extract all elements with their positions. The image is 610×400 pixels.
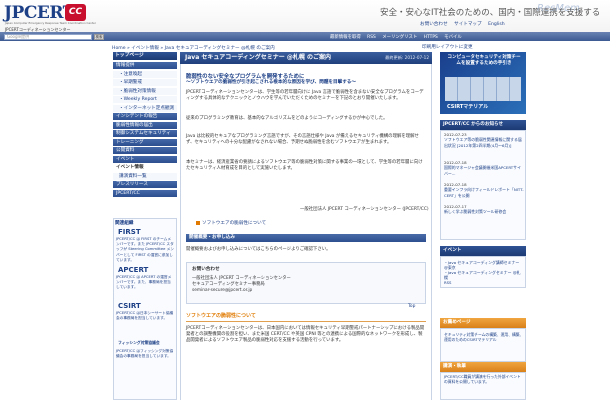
lectures-text[interactable]: JPCERT/CC職員が講演を行った外部イベントの資料を公開しています。 <box>444 374 524 384</box>
lectures-box-title: 講演・執筆 <box>440 362 526 372</box>
news-title: 重要インフラ向けフィールドレポート「NITT-CERT」を公開 <box>444 187 524 198</box>
toolbar-link-https[interactable]: HTTPS <box>424 35 438 40</box>
about-vulnerability-paragraph: JPCERTコーディネーションセンターは、日本国内においては情報セキュリティ早期… <box>186 326 425 344</box>
toolbar-link-mobile[interactable]: モバイル <box>444 35 462 40</box>
section-header-apply: 開催概要・お申し込み <box>186 234 426 242</box>
toolbar-links: 最新情報を取得 RSS メーリングリスト HTTPS モバイル <box>330 34 467 40</box>
intro-paragraph: Java は比較的セキュアなプログラミング言語ですが、その言語仕様や Java … <box>186 134 419 146</box>
toolbar-link-rss[interactable]: RSS <box>367 35 376 40</box>
sidebar-item[interactable]: ・早期警戒 <box>113 79 177 87</box>
news-item[interactable]: 2012-07-17 新しく学ぶ脆弱性対策ツール研修会 <box>444 204 524 215</box>
sidebar-item[interactable]: 公開資料 <box>113 147 177 155</box>
news-title: 国際的マネージャ会議開催米国APCERTサイバー... <box>444 165 521 176</box>
toolbar-link-mailinglist[interactable]: メーリングリスト <box>382 35 417 40</box>
sidebar-item[interactable]: JPCERT/CC <box>113 189 177 198</box>
related-org-description: JPCERT/CC は APCERT の運営メンバーです。また、事務局を担当して… <box>116 275 172 290</box>
vulnerability-link-label: ソフトウエアの脆弱性について <box>202 221 267 226</box>
sidebar-item[interactable]: ・注意喚起 <box>113 70 177 79</box>
news-item[interactable]: 2012-07-18 重要インフラ向けフィールドレポート「NITT-CERT」を公… <box>444 182 524 198</box>
sidebar-item[interactable]: インシデントの報告 <box>113 113 177 121</box>
sidebar-item[interactable]: ・インターネット定点観測 <box>113 104 177 113</box>
related-orgs-title: 関連組織 <box>115 221 134 226</box>
inquiry-org: 一般社団法人 JPCERT コーディネーションセンター <box>192 276 291 281</box>
header-link-sitemap[interactable]: サイトマップ <box>454 22 482 27</box>
related-org-logo[interactable]: APCERT <box>118 266 148 274</box>
news-box-title: JPCERT/CC からのお知らせ <box>440 120 526 130</box>
lead-subheading: ～ソフトウエアの脆弱性が引き起こされる根本的な原因を学び、問題を目撃する～ <box>186 80 356 85</box>
event-item[interactable]: ・Java セキュアコーディング講師セミナー @東京 <box>444 260 524 271</box>
intro-paragraph: 従来のプログラミング教育は、基本的なアルゴリズムをどのようにコーディングするかが… <box>186 116 388 121</box>
about-vulnerability-heading: ソフトウエアの脆弱性について <box>186 312 426 322</box>
related-org-description: JPCERT/CC はフィッシング対策協議会の事務局を担当しています。 <box>116 349 174 359</box>
main-content <box>180 64 432 400</box>
inquiry-title: お問い合わせ <box>192 267 220 272</box>
header-links: お問い合わせ サイトマップ English <box>420 21 510 27</box>
logo-cc-badge: CC <box>65 4 86 21</box>
sidebar-item[interactable]: ・Weekly Report <box>113 96 177 104</box>
sidebar-item[interactable]: イベント情報 <box>113 164 177 172</box>
event-item[interactable]: ・Java セキュアコーディングセミナー @札幌 <box>444 270 524 281</box>
sidebar-item[interactable]: トレーニング <box>113 138 177 147</box>
related-org-logo[interactable]: FIRST <box>118 228 141 236</box>
search-input[interactable]: Google提供 <box>4 34 92 40</box>
related-org-description: JPCERT/CC は日本シーサート協議会の事務局を担当しています。 <box>116 311 174 321</box>
inquiry-details: 一般社団法人 JPCERT コーディネーションセンター セキュアコーディングセミ… <box>192 276 291 293</box>
intro-paragraph: JPCERTコーディネーションセンターは、学生等の若年層向けに Java 言語で… <box>186 90 424 102</box>
news-title: ソフトウエア等の脆弱性関連情報に関する届出状況 [2012年第2四半期(4月〜6… <box>444 137 522 148</box>
logo-subtitle: Japan Computer Emergency Response Team C… <box>5 21 96 25</box>
sidebar-item-top[interactable]: トップページ <box>113 52 177 60</box>
recommended-text[interactable]: セキュリティ対策チームの構築、運用、構築、運用のためのCSIRTマテリアル <box>444 332 524 342</box>
news-title: 新しく学ぶ脆弱性対策ツール研修会 <box>444 209 507 215</box>
breadcrumb[interactable]: Home » イベント情報 » Java セキュアコーディングセミナー @札幌 … <box>112 45 275 51</box>
sidebar-item[interactable]: 講演資料一覧 <box>113 172 177 181</box>
watermark: ResMem <box>537 3 580 14</box>
related-org-logo[interactable]: フィッシング対策協議会 <box>118 340 160 346</box>
sidebar-item[interactable]: イベント <box>113 155 177 164</box>
sidebar-item[interactable]: プレスリリース <box>113 181 177 189</box>
banner-caption: CSIRTマテリアル <box>447 104 489 110</box>
vulnerability-link[interactable]: ソフトウエアの脆弱性について <box>196 220 266 226</box>
related-org-logo[interactable]: CSIRT <box>118 302 141 310</box>
inquiry-email[interactable]: seminar-secure@jpcert.or.jp <box>192 288 291 294</box>
bullet-icon <box>196 220 200 225</box>
related-org-description: JPCERT/CC は FIRST のチームメンバーです。また JPCERT/C… <box>116 237 174 262</box>
news-item[interactable]: 2012-07-18 国際的マネージャ会議開催米国APCERTサイバー... <box>444 160 524 176</box>
back-to-top-link[interactable]: Top <box>408 304 415 309</box>
header-link-contact[interactable]: お問い合わせ <box>420 22 448 27</box>
events-box-title: イベント <box>440 246 526 256</box>
sidebar-item[interactable]: 制御システムセキュリティ <box>113 130 177 138</box>
search-button[interactable]: 検索 <box>94 34 104 40</box>
banner-text: コンピュータセキュリティ対策チームを設置するための手引き <box>447 55 521 66</box>
apply-text[interactable]: 開催概要およびお申し込みについてはこちらのページよりご確認下さい。 <box>186 246 426 252</box>
intro-paragraph: 本セミナーは、経済産業省の要請によるソフトウエア等の脆弱性対策に関する事業の一環… <box>186 160 423 172</box>
recommended-box-title: お薦めページ <box>440 318 526 328</box>
sidebar-item[interactable]: ・脆弱性対策情報 <box>113 87 177 96</box>
toolbar-link-latest[interactable]: 最新情報を取得 <box>330 35 361 40</box>
banner-photos <box>445 77 521 101</box>
news-item[interactable]: 2012-07-23 ソフトウエア等の脆弱性関連情報に関する届出状況 [2012年… <box>444 132 524 148</box>
print-layout-link[interactable]: 印刷用レイアウトに変更 <box>422 44 473 50</box>
rss-link[interactable]: RSS <box>444 280 451 285</box>
signature: 一般社団法人 JPCERT コーディネーションセンター (JPCERT/CC) <box>300 207 429 212</box>
header-link-english[interactable]: English <box>488 22 505 27</box>
last-updated: 最終更新: 2012-07-12 <box>385 55 429 60</box>
sidebar-item[interactable]: 脆弱性情報の届出 <box>113 121 177 130</box>
sidebar-item[interactable]: 情報提供 <box>113 62 177 70</box>
